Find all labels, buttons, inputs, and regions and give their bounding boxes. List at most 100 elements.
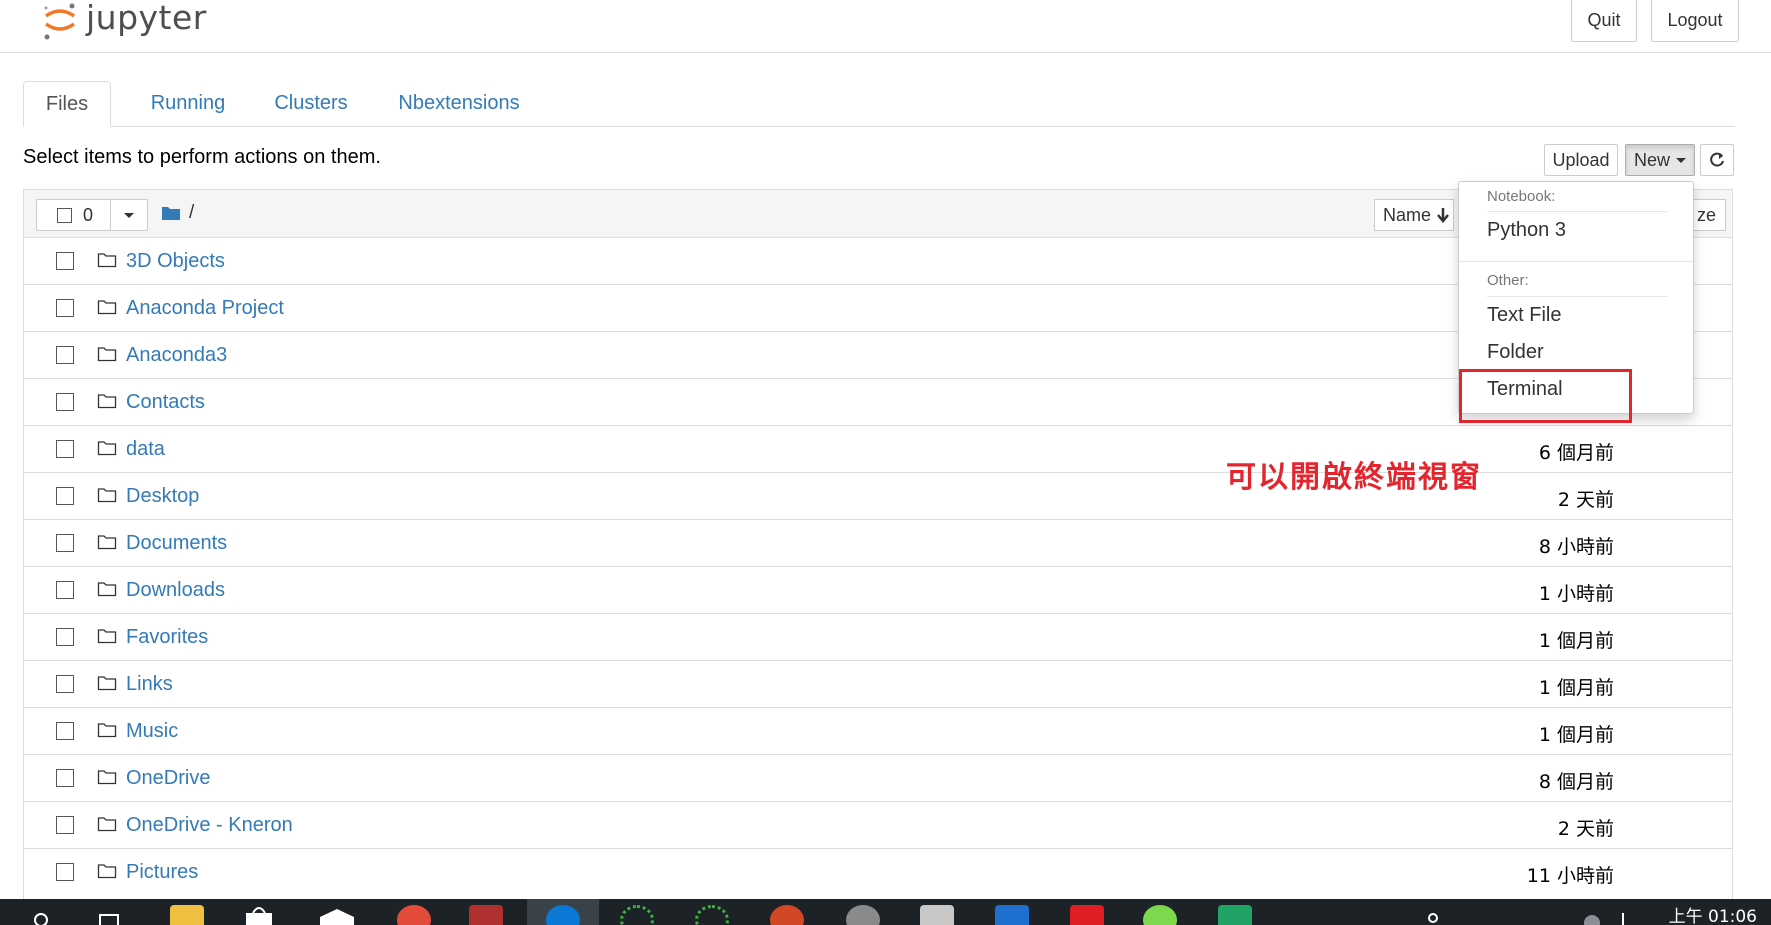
file-name-link[interactable]: Anaconda3: [126, 344, 227, 367]
divider: [1487, 211, 1667, 212]
chrome-icon[interactable]: [397, 905, 431, 925]
row-checkbox[interactable]: [56, 534, 74, 552]
row-checkbox[interactable]: [56, 393, 74, 411]
row-checkbox[interactable]: [56, 581, 74, 599]
outlook-icon[interactable]: [995, 905, 1029, 925]
folder-outline-icon: [97, 864, 117, 879]
select-all-checkbox[interactable]: [57, 208, 72, 223]
menu-item-folder[interactable]: Folder: [1487, 341, 1544, 364]
sort-size-label: ze: [1697, 204, 1717, 225]
file-name-link[interactable]: Pictures: [126, 861, 198, 884]
tab-nbextensions[interactable]: Nbextensions: [379, 81, 539, 126]
search-icon[interactable]: [32, 911, 52, 925]
select-dropdown-button[interactable]: [110, 200, 149, 230]
row-checkbox[interactable]: [56, 252, 74, 270]
table-row[interactable]: OneDrive - Kneron 2 天前: [24, 801, 1732, 848]
row-checkbox[interactable]: [56, 487, 74, 505]
modified-time: 8 小時前: [1538, 536, 1614, 558]
modified-time: 1 個月前: [1538, 677, 1614, 699]
folder-outline-icon: [97, 817, 117, 832]
vlc-icon[interactable]: [920, 905, 954, 925]
jupyter-logo-icon: [44, 3, 76, 40]
file-name-link[interactable]: Favorites: [126, 626, 208, 649]
logout-button[interactable]: Logout: [1651, 0, 1739, 42]
instructions-text: Select items to perform actions on them.: [23, 146, 381, 168]
refresh-button[interactable]: [1700, 144, 1734, 176]
file-name-link[interactable]: data: [126, 438, 165, 461]
logo-text: jupyter: [86, 0, 207, 37]
tab-clusters[interactable]: Clusters: [261, 81, 361, 126]
chat-app-icon[interactable]: [1143, 905, 1177, 925]
table-row[interactable]: Downloads 1 小時前: [24, 566, 1732, 613]
row-checkbox[interactable]: [56, 440, 74, 458]
sort-by-name-button[interactable]: Name: [1374, 199, 1454, 231]
tab-running[interactable]: Running: [133, 81, 243, 126]
store-icon[interactable]: [242, 905, 276, 925]
file-name-link[interactable]: Contacts: [126, 391, 205, 414]
file-name-link[interactable]: Anaconda Project: [126, 297, 284, 320]
row-checkbox[interactable]: [56, 675, 74, 693]
modified-time: 1 小時前: [1538, 583, 1614, 605]
folder-outline-icon: [97, 394, 117, 409]
volume-icon[interactable]: [1622, 913, 1640, 925]
select-all-group[interactable]: 0: [36, 199, 148, 231]
selected-count: 0: [83, 205, 94, 225]
windows-taskbar: 上午 01:06: [0, 899, 1771, 925]
paint-app-icon[interactable]: [846, 905, 880, 925]
row-checkbox[interactable]: [56, 863, 74, 881]
upload-button[interactable]: Upload: [1544, 144, 1618, 176]
arrow-down-icon: [1437, 208, 1449, 223]
tab-files[interactable]: Files: [23, 81, 111, 127]
terminal-highlight-box: [1459, 369, 1632, 423]
taskbar-clock: 上午 01:06: [1668, 907, 1757, 925]
folder-outline-icon: [97, 300, 117, 315]
folder-icon[interactable]: [161, 205, 181, 221]
file-name-link[interactable]: OneDrive: [126, 767, 210, 790]
row-checkbox[interactable]: [56, 299, 74, 317]
menu-item-text-file[interactable]: Text File: [1487, 304, 1561, 327]
spinner-app-2-icon[interactable]: [695, 905, 729, 925]
file-explorer-icon[interactable]: [170, 905, 204, 925]
file-name-link[interactable]: Downloads: [126, 579, 225, 602]
modified-time: 2 天前: [1557, 818, 1614, 840]
file-name-link[interactable]: Desktop: [126, 485, 199, 508]
tray-icon[interactable]: [1584, 915, 1600, 925]
row-checkbox[interactable]: [56, 722, 74, 740]
file-name-link[interactable]: Music: [126, 720, 178, 743]
notebook-header: Notebook:: [1487, 188, 1556, 205]
new-button[interactable]: New: [1625, 144, 1695, 176]
folder-outline-icon: [97, 676, 117, 691]
archive-app-icon[interactable]: [469, 905, 503, 925]
modified-time: 11 小時前: [1526, 865, 1614, 887]
quit-button[interactable]: Quit: [1571, 0, 1637, 42]
new-button-label: New: [1633, 149, 1670, 170]
row-checkbox[interactable]: [56, 628, 74, 646]
folder-outline-icon: [97, 629, 117, 644]
table-row[interactable]: Documents 8 小時前: [24, 519, 1732, 566]
table-row[interactable]: Favorites 1 個月前: [24, 613, 1732, 660]
divider: [1459, 261, 1693, 262]
user-icon[interactable]: [1428, 913, 1438, 923]
menu-item-python3[interactable]: Python 3: [1487, 219, 1566, 242]
task-view-icon[interactable]: [98, 911, 122, 925]
table-row[interactable]: OneDrive 8 個月前: [24, 754, 1732, 801]
row-checkbox[interactable]: [56, 346, 74, 364]
breadcrumb-root[interactable]: /: [189, 202, 194, 224]
excel-icon[interactable]: [1218, 905, 1252, 925]
row-checkbox[interactable]: [56, 769, 74, 787]
powerpoint-icon[interactable]: [770, 905, 804, 925]
table-row[interactable]: Pictures 11 小時前: [24, 848, 1732, 895]
table-row[interactable]: Links 1 個月前: [24, 660, 1732, 707]
file-name-link[interactable]: OneDrive - Kneron: [126, 814, 293, 837]
jupyter-logo[interactable]: jupyter: [42, 0, 206, 44]
file-name-link[interactable]: Links: [126, 673, 173, 696]
annotation-text: 可以開啟終端視窗: [1226, 460, 1482, 495]
pdf-app-icon[interactable]: [1070, 905, 1104, 925]
file-name-link[interactable]: Documents: [126, 532, 227, 555]
spinner-app-icon[interactable]: [620, 905, 654, 925]
row-checkbox[interactable]: [56, 816, 74, 834]
table-row[interactable]: Music 1 個月前: [24, 707, 1732, 754]
mail-icon[interactable]: [318, 907, 356, 925]
chevron-down-icon: [124, 213, 134, 218]
file-name-link[interactable]: 3D Objects: [126, 250, 225, 273]
